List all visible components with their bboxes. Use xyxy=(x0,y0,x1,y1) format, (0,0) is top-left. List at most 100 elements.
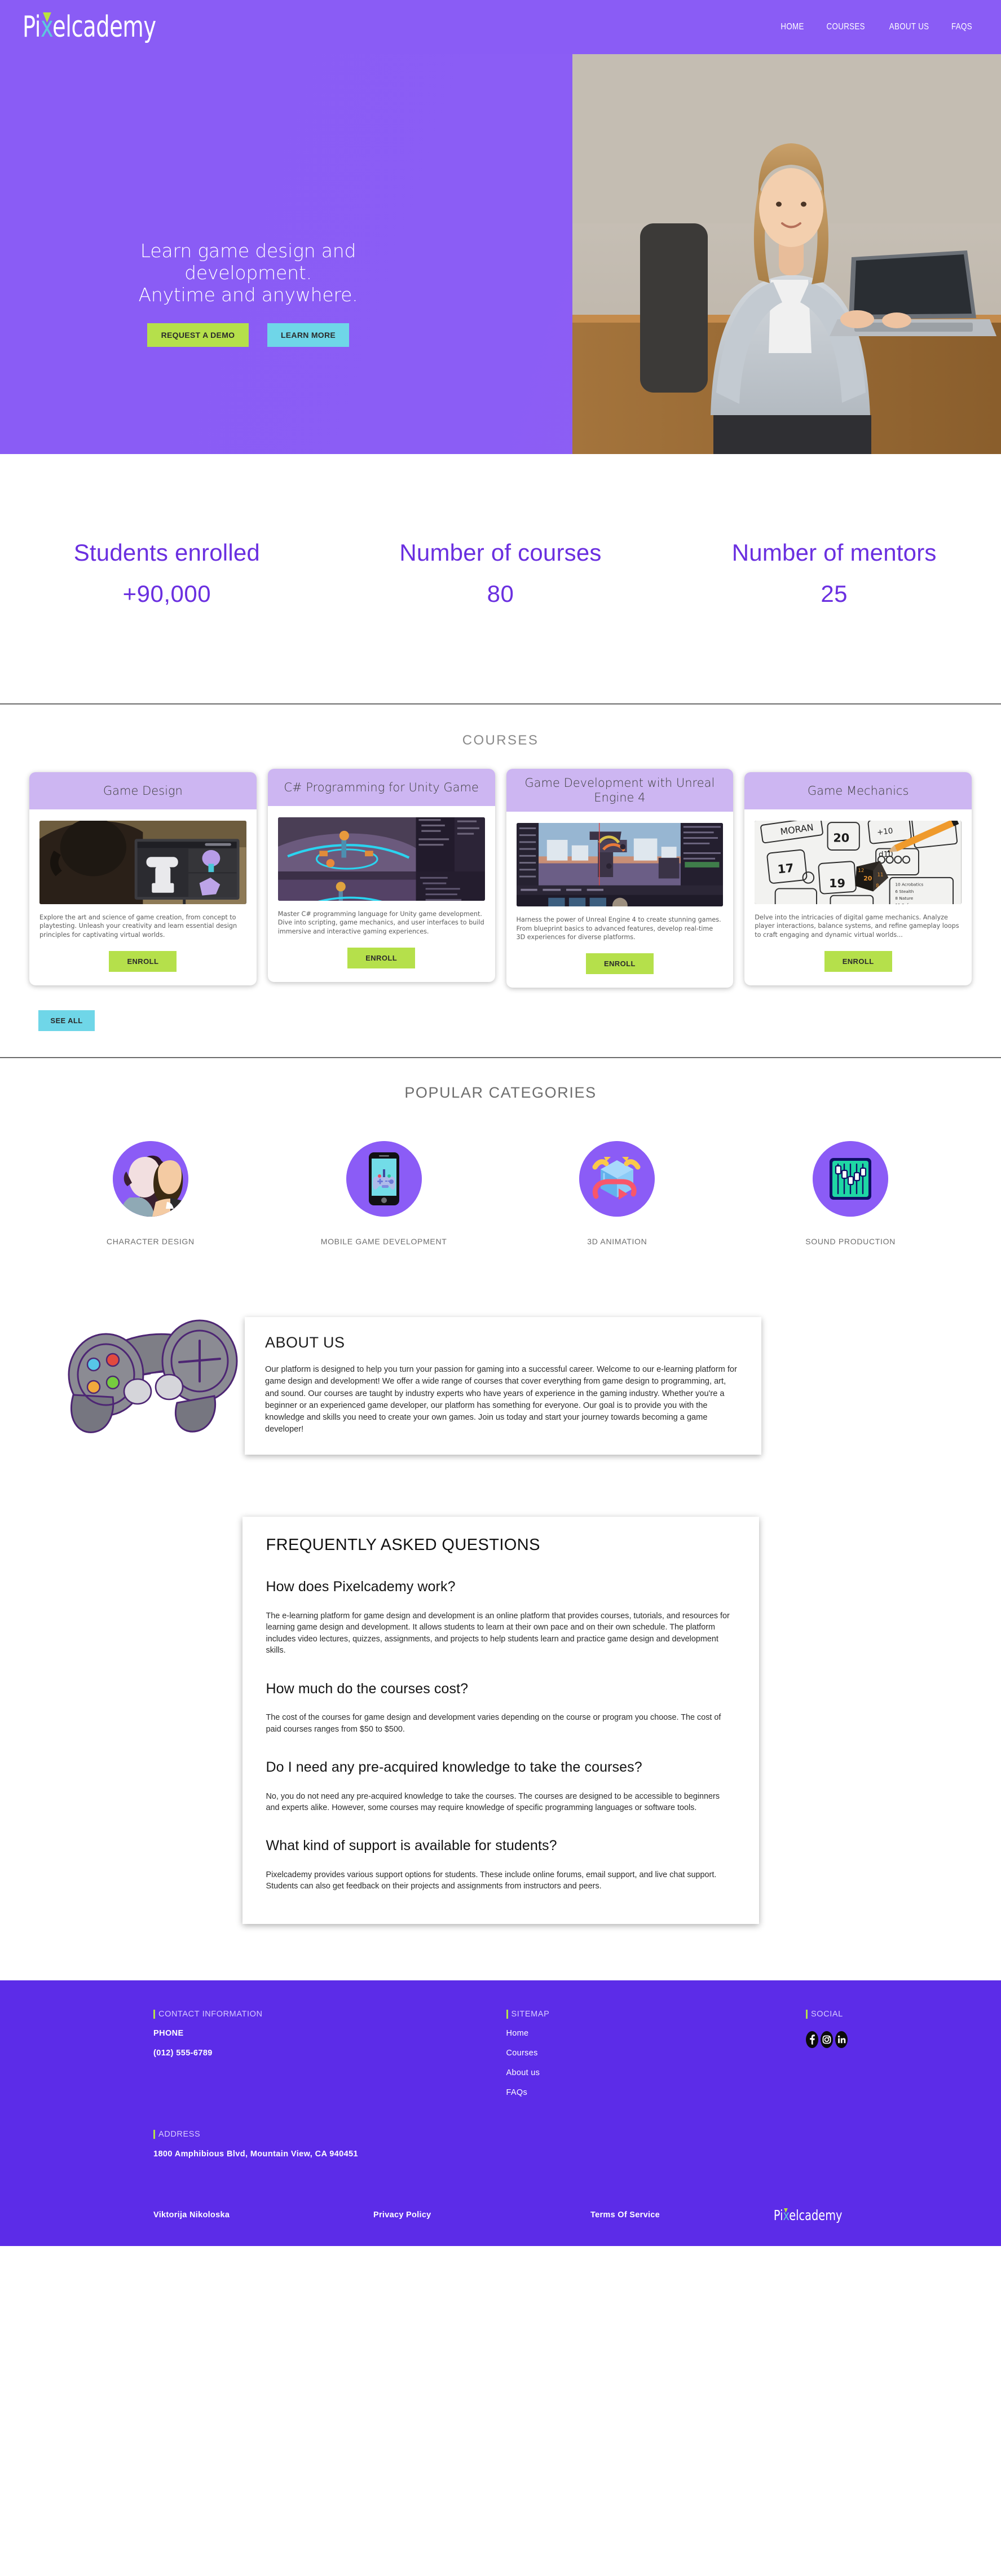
phone-value[interactable]: (012) 555-6789 xyxy=(153,2049,506,2058)
stat-label: Students enrolled xyxy=(73,539,260,566)
svg-text:11: 11 xyxy=(877,872,884,878)
footer-sitemap-column: SITEMAP Home Courses About us FAQs xyxy=(506,2009,806,2097)
footer-logo[interactable]: Pixelcademy xyxy=(773,2207,842,2223)
course-description: Delve into the intricacies of digital ga… xyxy=(755,913,959,939)
hero-headline-line-1: Learn game design and development. xyxy=(140,240,356,284)
about-card: ABOUT US Our platform is designed to hel… xyxy=(245,1317,761,1455)
social-heading: SOCIAL xyxy=(806,2009,848,2019)
course-card-list: Game Design Explore the art and science … xyxy=(0,748,1001,988)
site-header: Pixelcademy HOME COURSES ABOUT US FAQS xyxy=(0,0,1001,54)
enroll-button[interactable]: ENROLL xyxy=(109,951,177,972)
learn-more-button[interactable]: LEARN MORE xyxy=(267,323,349,347)
course-card[interactable]: Game Mechanics MORAN 20 17 19 +10 d10 20… xyxy=(744,772,972,986)
faq-question: What kind of support is available for st… xyxy=(266,1838,557,1854)
faq-item[interactable]: What kind of support is available for st… xyxy=(266,1837,735,1892)
faq-item[interactable]: Do I need any pre-acquired knowledge to … xyxy=(266,1759,735,1813)
footer-logo-accent-dot xyxy=(783,2208,788,2213)
hero-headline: Learn game design and development. Anyti… xyxy=(104,240,392,306)
stat-students-enrolled: Students enrolled +90,000 xyxy=(0,539,334,607)
hero-section: Learn game design and development. Anyti… xyxy=(0,54,1001,454)
svg-text:8 Nature: 8 Nature xyxy=(896,896,914,901)
course-thumbnail xyxy=(516,822,724,906)
logo-text-rest: elcademy xyxy=(52,10,156,44)
category-item-mobile-game-development[interactable]: MOBILE GAME DEVELOPMENT xyxy=(267,1141,501,1246)
site-logo[interactable]: Pixelcademy xyxy=(23,10,156,44)
author-credit: Viktorija Nikoloska xyxy=(153,2210,230,2220)
logo-text-p: P xyxy=(23,10,35,44)
rotating-cube-icon xyxy=(579,1141,655,1217)
about-title: ABOUT US xyxy=(265,1334,345,1351)
faq-question: How does Pixelcademy work? xyxy=(266,1579,456,1595)
stat-number-of-courses: Number of courses 80 xyxy=(334,539,668,607)
category-label: SOUND PRODUCTION xyxy=(805,1237,896,1247)
footer-logo-p: P xyxy=(773,2207,780,2223)
svg-text:12: 12 xyxy=(858,868,865,874)
see-all-button[interactable]: SEE ALL xyxy=(38,1010,95,1032)
svg-text:17: 17 xyxy=(777,861,795,876)
popular-categories-heading: POPULAR CATEGORIES xyxy=(404,1084,597,1102)
category-item-character-design[interactable]: CHARACTER DESIGN xyxy=(34,1141,267,1246)
game-controller-illustration xyxy=(59,1313,245,1442)
faq-question: How much do the courses cost? xyxy=(266,1680,469,1697)
faq-answer: The cost of the courses for game design … xyxy=(266,1713,721,1734)
linkedin-icon[interactable] xyxy=(835,2031,848,2048)
hero-cta-group: REQUEST A DEMO LEARN MORE xyxy=(104,323,392,347)
hero-photo xyxy=(572,54,1001,454)
enroll-button[interactable]: ENROLL xyxy=(585,953,654,975)
site-footer: CONTACT INFORMATION PHONE (012) 555-6789… xyxy=(0,1980,1001,2246)
course-body: Harness the power of Unreal Engine 4 to … xyxy=(506,812,734,988)
primary-navigation: HOME COURSES ABOUT US FAQS xyxy=(779,22,974,32)
category-item-sound-production[interactable]: SOUND PRODUCTION xyxy=(734,1141,967,1246)
faq-answer: The e-learning platform for game design … xyxy=(266,1611,730,1655)
svg-text:+10: +10 xyxy=(877,827,894,837)
category-label: 3D ANIMATION xyxy=(587,1237,647,1247)
svg-text:19: 19 xyxy=(829,877,845,890)
faq-title: FREQUENTLY ASKED QUESTIONS xyxy=(266,1536,540,1555)
nav-item-about-us[interactable]: ABOUT US xyxy=(889,22,929,32)
stat-value: 80 xyxy=(487,580,514,607)
svg-text:8: 8 xyxy=(876,883,879,889)
faq-item[interactable]: How does Pixelcademy work? The e-learnin… xyxy=(266,1578,735,1656)
course-thumbnail xyxy=(39,820,246,904)
course-card[interactable]: C# Programming for Unity Game Master C# … xyxy=(267,768,495,983)
course-card[interactable]: Game Development with Unreal Engine 4 Ha… xyxy=(506,768,734,988)
svg-text:10 Acrobatics: 10 Acrobatics xyxy=(896,882,924,887)
svg-text:20: 20 xyxy=(834,831,850,844)
terms-of-service-link[interactable]: Terms Of Service xyxy=(590,2210,660,2220)
request-demo-button[interactable]: REQUEST A DEMO xyxy=(147,323,249,347)
enroll-button[interactable]: ENROLL xyxy=(347,948,416,969)
enroll-button[interactable]: ENROLL xyxy=(824,951,892,972)
nav-item-faqs[interactable]: FAQS xyxy=(951,22,972,32)
address-heading: ADDRESS xyxy=(153,2129,848,2139)
smartphone-gamepad-icon xyxy=(346,1141,422,1217)
footer-link-courses[interactable]: Courses xyxy=(506,2049,806,2058)
footer-bottom-bar: Viktorija Nikoloska Privacy Policy Terms… xyxy=(0,2195,1001,2246)
nav-item-home[interactable]: HOME xyxy=(781,22,804,32)
faq-item[interactable]: How much do the courses cost? The cost o… xyxy=(266,1680,735,1735)
category-item-3d-animation[interactable]: 3D ANIMATION xyxy=(501,1141,734,1246)
course-card[interactable]: Game Design Explore the art and science … xyxy=(29,772,257,986)
footer-link-about-us[interactable]: About us xyxy=(506,2068,806,2077)
course-body: MORAN 20 17 19 +10 d10 20 12 11 8 10 Acr… xyxy=(744,809,972,986)
sitemap-heading: SITEMAP xyxy=(506,2009,806,2019)
course-description: Explore the art and science of game crea… xyxy=(39,913,237,939)
instagram-icon[interactable] xyxy=(821,2031,833,2048)
footer-link-home[interactable]: Home xyxy=(506,2029,806,2038)
footer-link-faqs[interactable]: FAQs xyxy=(506,2088,806,2097)
nav-item-courses[interactable]: COURSES xyxy=(827,22,865,32)
phone-label: PHONE xyxy=(153,2028,184,2038)
facebook-icon[interactable] xyxy=(806,2031,818,2048)
courses-section: COURSES Game Design Explore the art and … xyxy=(0,704,1001,1058)
faq-section: FREQUENTLY ASKED QUESTIONS How does Pixe… xyxy=(0,1483,1001,1980)
svg-text:d10: d10 xyxy=(879,851,893,859)
footer-logo-rest: elcademy xyxy=(788,2207,843,2223)
faq-question: Do I need any pre-acquired knowledge to … xyxy=(266,1759,642,1776)
footer-address-block: ADDRESS 1800 Amphibious Blvd, Mountain V… xyxy=(0,2097,1001,2159)
course-body: Master C# programming language for Unity… xyxy=(268,806,495,983)
stat-number-of-mentors: Number of mentors 25 xyxy=(667,539,1001,607)
faq-answer: Pixelcademy provides various support opt… xyxy=(266,1870,717,1891)
logo-accent-dot xyxy=(43,12,51,23)
privacy-policy-link[interactable]: Privacy Policy xyxy=(373,2210,431,2220)
svg-text:6 Stealth: 6 Stealth xyxy=(896,888,914,893)
course-title: C# Programming for Unity Game xyxy=(267,768,495,806)
